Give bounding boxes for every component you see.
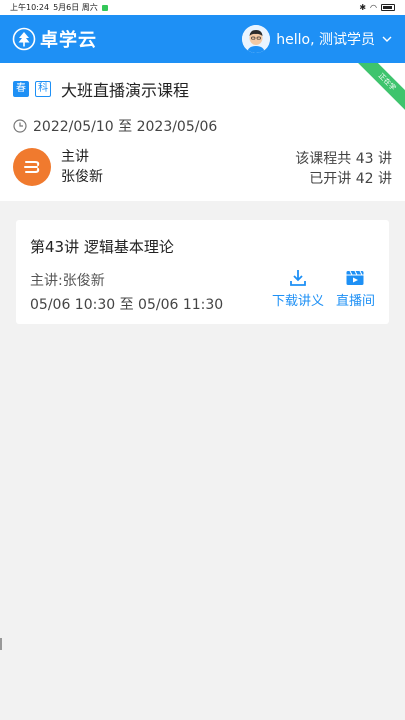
subject-tag: 科 <box>35 81 51 97</box>
teacher-row: 主讲 张俊新 <box>13 147 103 187</box>
app-logo: 卓学云 <box>12 26 97 52</box>
download-icon <box>290 270 306 286</box>
completed-lessons: 已开讲 42 讲 <box>309 171 392 187</box>
app-header: 卓学云 hello, 测试学员 <box>0 15 405 63</box>
lesson-card[interactable]: 第43讲 逻辑基本理论 主讲:张俊新 05/06 10:30 至 05/06 1… <box>16 220 389 324</box>
lesson-teacher: 主讲:张俊新 <box>30 273 105 289</box>
battery-icon <box>381 4 395 11</box>
teacher-logo-icon <box>24 161 40 173</box>
teacher-avatar <box>13 148 51 186</box>
course-card: 正在学 春 科 大班直播演示课程 2022/05/10 至 2023/05/06… <box>0 63 405 201</box>
season-tag: 春 <box>13 81 29 97</box>
lesson-counts: 该课程共 43 讲 已开讲 42 讲 <box>295 149 392 189</box>
wifi-icon: ◠ <box>370 3 377 12</box>
user-avatar-icon <box>242 25 271 53</box>
user-avatar[interactable] <box>242 25 271 53</box>
logo-text: 卓学云 <box>40 30 97 51</box>
live-room-label[interactable]: 直播间 <box>336 290 375 309</box>
status-bar: 上午10:24 5月6日 周六 ✱ ◠ <box>0 0 405 15</box>
status-ribbon: 正在学 <box>353 63 405 116</box>
lesson-title: 第43讲 逻辑基本理论 <box>30 238 174 256</box>
user-greeting[interactable]: hello, 测试学员 <box>276 29 375 49</box>
edge-handle <box>0 638 2 650</box>
lesson-time: 05/06 10:30 至 05/06 11:30 <box>30 297 224 313</box>
clock-icon <box>13 119 27 133</box>
course-date-row: 2022/05/10 至 2023/05/06 <box>13 116 217 136</box>
user-menu[interactable]: hello, 测试学员 <box>242 25 393 53</box>
teacher-role: 主讲 <box>61 149 89 165</box>
chevron-down-icon[interactable] <box>381 33 393 45</box>
download-handout-button[interactable]: 下载讲义 <box>272 268 324 309</box>
notification-icon <box>101 4 108 11</box>
teacher-name: 张俊新 <box>61 169 103 185</box>
live-room-icon <box>346 270 364 285</box>
lesson-actions: 下载讲义 直播间 <box>272 268 375 309</box>
download-handout-label[interactable]: 下载讲义 <box>272 290 324 309</box>
bluetooth-icon: ✱ <box>359 3 367 12</box>
status-date: 5月6日 周六 <box>53 3 98 12</box>
status-time: 上午10:24 <box>10 3 50 12</box>
course-title-row: 春 科 大班直播演示课程 <box>13 77 189 101</box>
live-room-button[interactable]: 直播间 <box>336 268 375 309</box>
course-date-range: 2022/05/10 至 2023/05/06 <box>33 119 218 135</box>
course-title: 大班直播演示课程 <box>61 81 190 100</box>
tree-logo-icon <box>12 27 36 51</box>
total-lessons: 该课程共 43 讲 <box>295 151 392 167</box>
